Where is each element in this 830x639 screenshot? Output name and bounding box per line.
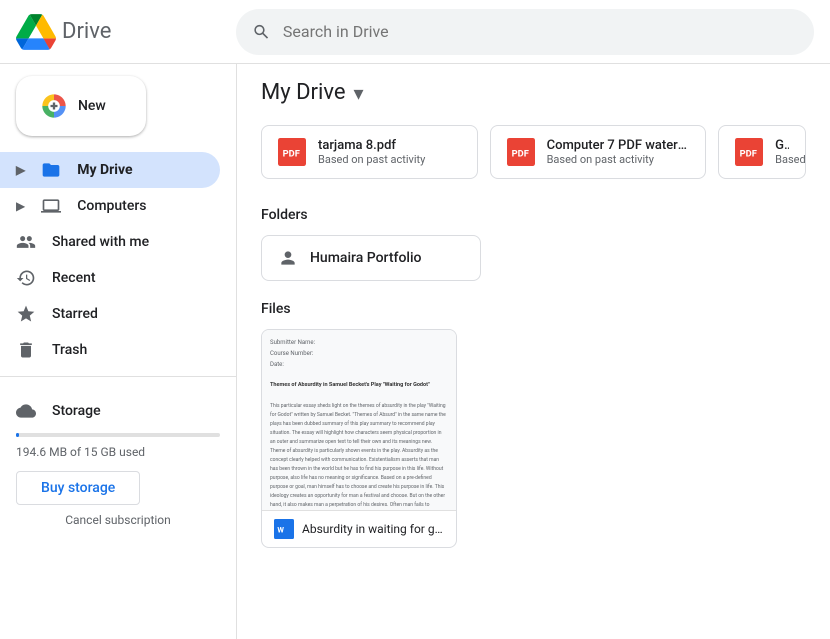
- suggested-info-0: tarjama 8.pdf Based on past activity: [318, 138, 425, 166]
- storage-label: Storage: [16, 401, 220, 421]
- sidebar-item-label-starred: Starred: [52, 306, 98, 322]
- file-card-0[interactable]: Submitter Name: Course Number: Date: The…: [261, 329, 457, 548]
- folder-card-0[interactable]: Humaira Portfolio: [261, 235, 481, 281]
- search-input[interactable]: [283, 22, 798, 41]
- file-preview-0: Submitter Name: Course Number: Date: The…: [262, 330, 456, 510]
- topbar: Drive: [0, 0, 830, 64]
- sidebar-item-label-recent: Recent: [52, 270, 96, 286]
- expand-arrow-computers: ▶: [16, 199, 25, 213]
- suggested-card-1[interactable]: PDF Computer 7 PDF watermark r... Based …: [490, 125, 707, 179]
- new-button-label: New: [78, 98, 106, 114]
- file-name-0: Absurdity in waiting for g...: [302, 522, 444, 536]
- svg-text:PDF: PDF: [740, 149, 757, 160]
- recent-icon: [16, 268, 36, 288]
- sidebar-item-shared[interactable]: Shared with me: [0, 224, 220, 260]
- sidebar-item-label-computers: Computers: [77, 198, 146, 214]
- suggested-sub-2: Based: [775, 153, 789, 166]
- svg-text:PDF: PDF: [511, 149, 528, 160]
- drive-dropdown-arrow[interactable]: ▾: [354, 81, 364, 105]
- main-layout: New ▶ My Drive ▶ Computers Shared with m…: [0, 64, 830, 639]
- content-title: My Drive: [261, 80, 346, 105]
- drive-icon: [41, 160, 61, 180]
- suggested-sub-1: Based on past activity: [547, 153, 690, 166]
- svg-text:PDF: PDF: [283, 149, 300, 160]
- new-button[interactable]: New: [16, 76, 146, 136]
- cancel-subscription[interactable]: Cancel subscription: [16, 513, 220, 527]
- suggested-sub-0: Based on past activity: [318, 153, 425, 166]
- sidebar-item-recent[interactable]: Recent: [0, 260, 220, 296]
- sidebar-item-my-drive[interactable]: ▶ My Drive: [0, 152, 220, 188]
- logo-area: Drive: [16, 12, 236, 52]
- suggested-row: PDF tarjama 8.pdf Based on past activity…: [261, 125, 806, 179]
- suggested-name-1: Computer 7 PDF watermark r...: [547, 138, 690, 153]
- shared-icon: [16, 232, 36, 252]
- sidebar-divider: [0, 376, 236, 377]
- search-icon: [252, 22, 271, 42]
- suggested-card-0[interactable]: PDF tarjama 8.pdf Based on past activity: [261, 125, 478, 179]
- storage-text: 194.6 MB of 15 GB used: [16, 445, 220, 459]
- pdf-icon-0: PDF: [278, 138, 306, 166]
- sidebar: New ▶ My Drive ▶ Computers Shared with m…: [0, 64, 237, 639]
- buy-storage-button[interactable]: Buy storage: [16, 471, 140, 505]
- sidebar-item-label-my-drive: My Drive: [77, 162, 132, 178]
- content-area: My Drive ▾ PDF tarjama 8.pdf Based on pa…: [237, 64, 830, 639]
- logo-text: Drive: [62, 19, 111, 44]
- suggested-card-2[interactable]: PDF G... Based: [718, 125, 806, 179]
- word-icon-0: W: [274, 519, 294, 539]
- computer-icon: [41, 196, 61, 216]
- sidebar-item-starred[interactable]: Starred: [0, 296, 220, 332]
- folder-icon: [278, 248, 298, 268]
- content-header: My Drive ▾: [261, 80, 806, 105]
- sidebar-item-computers[interactable]: ▶ Computers: [0, 188, 220, 224]
- suggested-name-2: G...: [775, 138, 789, 153]
- suggested-name-0: tarjama 8.pdf: [318, 138, 425, 153]
- folders-section-title: Folders: [261, 207, 806, 223]
- star-icon: [16, 304, 36, 324]
- storage-bar-fill: [16, 433, 19, 437]
- drive-logo-icon: [16, 12, 56, 52]
- files-section-title: Files: [261, 301, 806, 317]
- sidebar-item-trash[interactable]: Trash: [0, 332, 220, 368]
- file-footer-0: W Absurdity in waiting for g...: [262, 510, 456, 547]
- pdf-icon-1: PDF: [507, 138, 535, 166]
- suggested-info-1: Computer 7 PDF watermark r... Based on p…: [547, 138, 690, 166]
- suggested-info-2: G... Based: [775, 138, 789, 166]
- sidebar-item-label-shared: Shared with me: [52, 234, 149, 250]
- new-plus-icon: [40, 92, 68, 120]
- sidebar-item-label-trash: Trash: [52, 342, 87, 358]
- search-bar[interactable]: [236, 9, 814, 55]
- svg-text:W: W: [277, 525, 284, 534]
- folder-name-0: Humaira Portfolio: [310, 250, 421, 266]
- storage-bar: [16, 433, 220, 437]
- expand-arrow: ▶: [16, 163, 25, 177]
- pdf-icon-2: PDF: [735, 138, 763, 166]
- storage-section: Storage 194.6 MB of 15 GB used Buy stora…: [0, 385, 236, 535]
- trash-icon: [16, 340, 36, 360]
- storage-icon: [16, 401, 36, 421]
